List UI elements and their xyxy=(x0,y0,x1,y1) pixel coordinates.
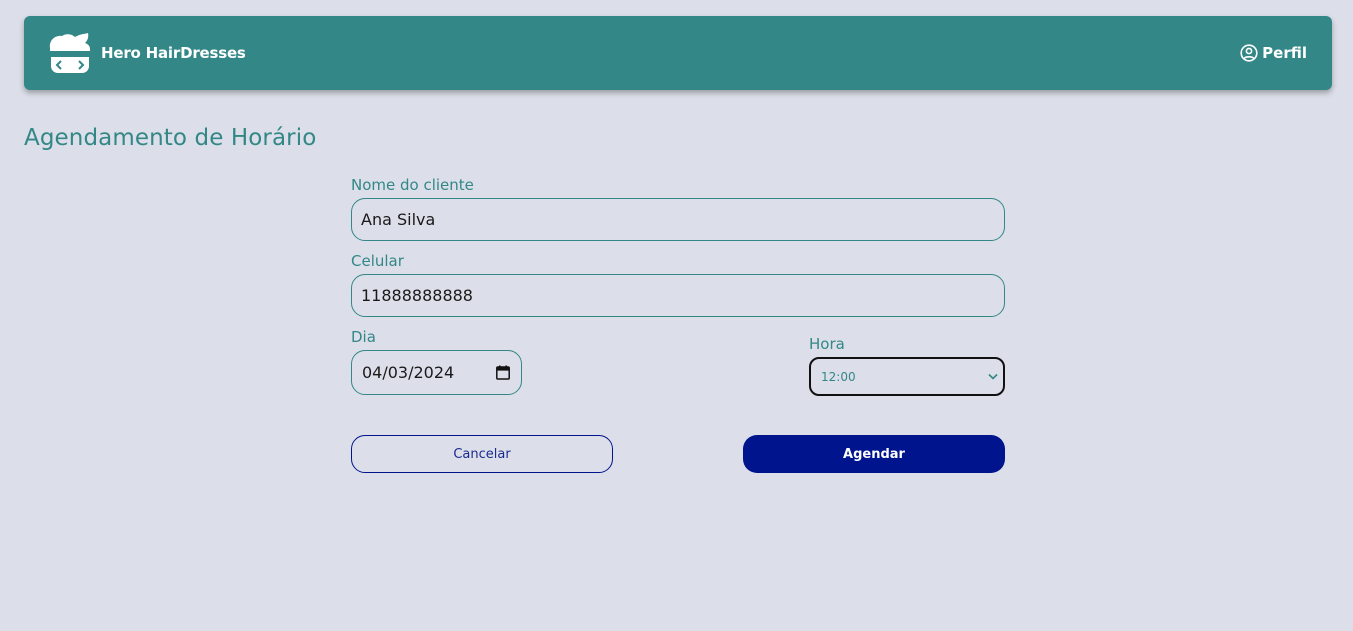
chevron-down-icon xyxy=(988,373,998,380)
profile-label: Perfil xyxy=(1262,44,1307,62)
user-circle-icon xyxy=(1240,44,1258,62)
phone-input[interactable] xyxy=(351,274,1005,317)
hour-select[interactable]: 12:00 xyxy=(809,357,1005,396)
day-value: 04/03/2024 xyxy=(362,363,455,382)
page-title: Agendamento de Horário xyxy=(24,125,317,151)
hour-label: Hora xyxy=(809,335,845,353)
schedule-button[interactable]: Agendar xyxy=(743,435,1005,473)
day-date-input[interactable]: 04/03/2024 xyxy=(351,350,522,395)
day-label: Dia xyxy=(351,328,376,346)
client-name-label: Nome do cliente xyxy=(351,176,474,194)
phone-label: Celular xyxy=(351,252,404,270)
hour-selected-value: 12:00 xyxy=(821,369,856,384)
calendar-icon[interactable] xyxy=(496,365,510,380)
profile-link[interactable]: Perfil xyxy=(1240,44,1307,62)
brand-name: Hero HairDresses xyxy=(101,44,246,62)
cancel-button[interactable]: Cancelar xyxy=(351,435,613,473)
hero-hairdresser-logo-icon xyxy=(48,33,92,73)
top-navbar: Hero HairDresses Perfil xyxy=(24,16,1332,90)
client-name-input[interactable] xyxy=(351,198,1005,241)
brand[interactable]: Hero HairDresses xyxy=(47,32,246,74)
